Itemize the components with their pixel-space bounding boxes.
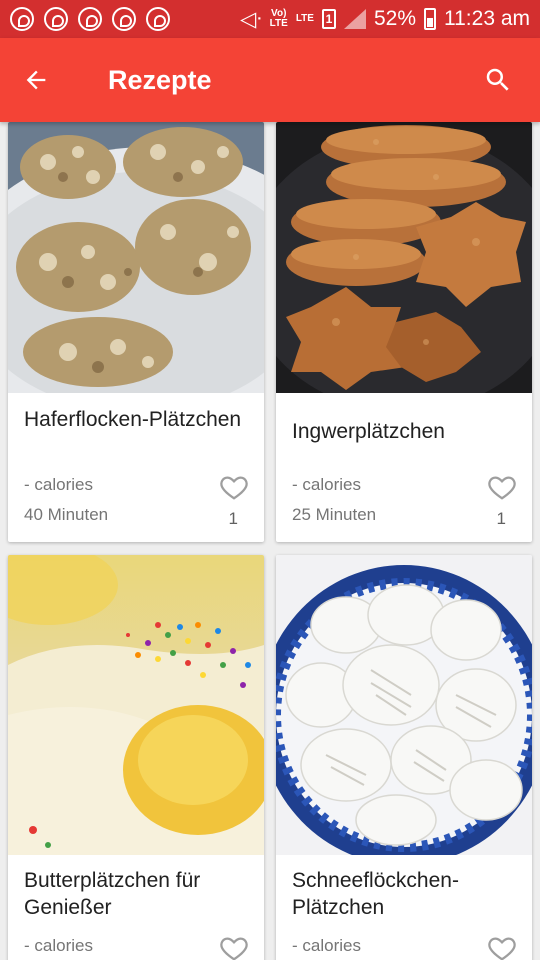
whatsapp-icon bbox=[78, 7, 102, 31]
volte-indicator: Vo) LTE bbox=[270, 9, 288, 29]
clock: 11:23 am bbox=[444, 7, 530, 30]
recipe-calories: - calories bbox=[292, 475, 361, 494]
mute-icon: ◁ᐧ bbox=[240, 7, 262, 31]
lte-indicator: LTE bbox=[295, 13, 314, 24]
favorite-heart-icon[interactable] bbox=[486, 933, 518, 960]
sim-icon: 1 bbox=[321, 9, 336, 29]
whatsapp-icon bbox=[112, 7, 136, 31]
system-icons: ◁ᐧ Vo) LTE LTE 1 52% 11:23 am bbox=[240, 7, 530, 32]
whatsapp-icon bbox=[10, 7, 34, 31]
recipe-card[interactable]: Schneeflöckchen-Plätzchen - calories bbox=[276, 555, 532, 960]
like-count: 1 bbox=[496, 509, 506, 528]
notification-icons bbox=[10, 7, 170, 31]
arrow-back-icon bbox=[26, 70, 46, 90]
butter-cookies-photo bbox=[8, 555, 264, 855]
oat-cookies-photo bbox=[8, 122, 264, 393]
recipe-name: Ingwerplätzchen bbox=[292, 420, 445, 443]
recipe-time: 40 Minuten bbox=[24, 505, 109, 524]
recipe-card[interactable]: Haferflocken-Plätzchen - calories 40 Min… bbox=[8, 122, 264, 542]
volte-lte-label: LTE bbox=[269, 18, 288, 29]
search-button[interactable] bbox=[456, 38, 540, 122]
search-icon bbox=[486, 68, 509, 91]
ginger-cookies-photo bbox=[276, 122, 532, 393]
recipe-calories: - calories bbox=[24, 475, 93, 494]
recipe-name: Butterplätzchen für Genießer bbox=[24, 869, 201, 919]
recipe-image bbox=[8, 555, 264, 855]
back-button[interactable] bbox=[0, 38, 72, 122]
recipe-name: Schneeflöckchen-Plätzchen bbox=[292, 869, 459, 919]
favorite-heart-icon[interactable] bbox=[486, 472, 518, 502]
snowflake-cookies-photo bbox=[276, 555, 532, 855]
battery-percent: 52% bbox=[373, 7, 416, 30]
recipe-image bbox=[276, 555, 532, 855]
recipe-calories: - calories bbox=[24, 936, 93, 955]
app-bar: Rezepte bbox=[0, 38, 540, 122]
status-bar: ◁ᐧ Vo) LTE LTE 1 52% 11:23 am bbox=[0, 0, 540, 38]
battery-icon bbox=[424, 8, 436, 30]
favorite-heart-icon[interactable] bbox=[218, 472, 250, 502]
recipe-calories: - calories bbox=[292, 936, 361, 955]
page-title: Rezepte bbox=[108, 64, 212, 95]
recipe-name: Haferflocken-Plätzchen bbox=[24, 408, 242, 431]
whatsapp-icon bbox=[44, 7, 68, 31]
recipe-time: 25 Minuten bbox=[292, 505, 377, 524]
recipe-image bbox=[8, 122, 264, 393]
signal-icon bbox=[343, 9, 366, 29]
whatsapp-icon bbox=[146, 7, 170, 31]
recipe-card[interactable]: Butterplätzchen für Genießer - calories bbox=[8, 555, 264, 960]
recipe-card[interactable]: Ingwerplätzchen - calories 25 Minuten 1 bbox=[276, 122, 532, 542]
recipe-image bbox=[276, 122, 532, 393]
favorite-heart-icon[interactable] bbox=[218, 933, 250, 960]
like-count: 1 bbox=[228, 509, 238, 528]
